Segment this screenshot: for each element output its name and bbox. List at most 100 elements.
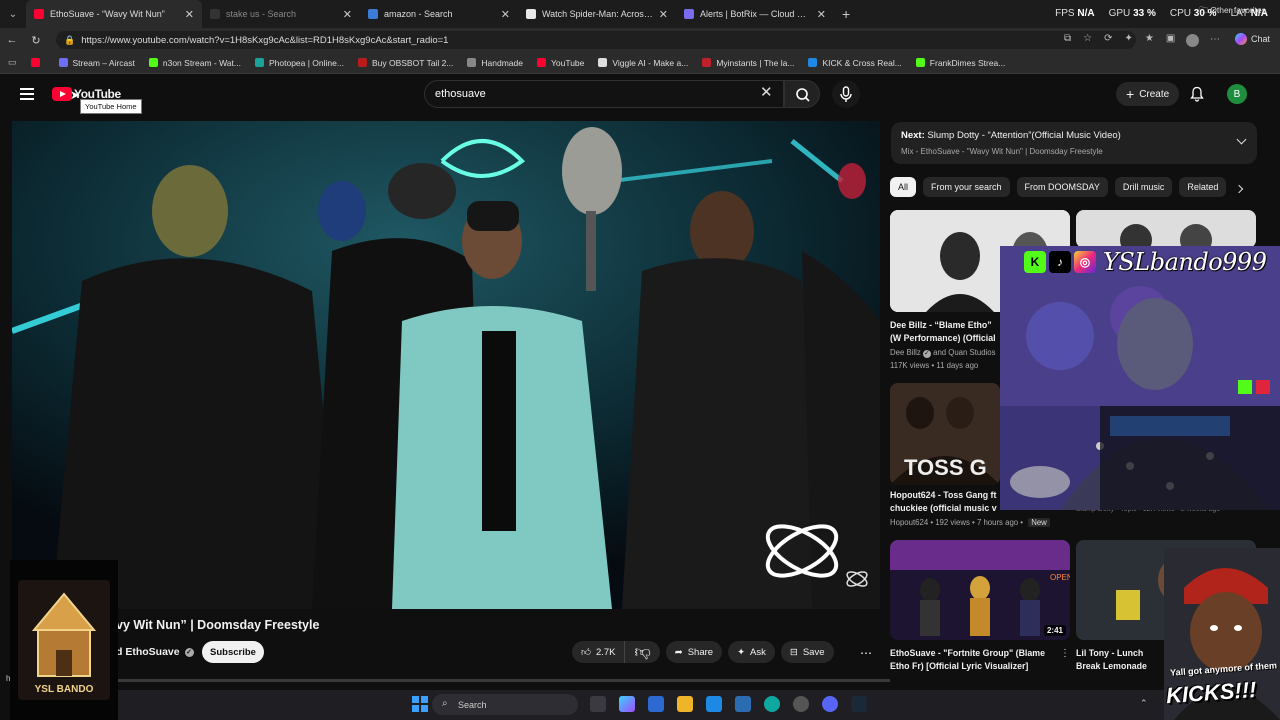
filter-chip[interactable]: From DOOMSDAY <box>1016 177 1108 197</box>
dislike-button[interactable]: 👎︎ <box>625 641 659 663</box>
search-button[interactable] <box>784 80 820 108</box>
extensions-icon[interactable]: ✦ <box>1125 33 1133 44</box>
browser-tab[interactable]: EthoSuave - “Wavy Wit Nun” ✕ <box>26 0 202 28</box>
back-icon[interactable]: ← <box>0 34 24 46</box>
webcam-feed <box>1000 246 1280 510</box>
extensions-refresh-icon[interactable]: ⟳ <box>1104 33 1112 44</box>
favorites-icon[interactable]: ★ <box>1145 33 1154 44</box>
copilot-taskbar-icon[interactable] <box>619 696 635 712</box>
url-field[interactable]: 🔒 https://www.youtube.com/watch?v=1H8sKx… <box>56 31 1136 49</box>
bookmark-item[interactable]: Photopea | Online... <box>254 58 344 68</box>
browser-tab[interactable]: Alerts | BotRix — Cloud Streaming ✕ <box>676 0 834 28</box>
create-button[interactable]: + Create <box>1116 82 1180 106</box>
browser-tab[interactable]: amazon - Search ✕ <box>360 0 518 28</box>
bookmark-label: Handmade <box>481 57 523 68</box>
bookmark-favicon-icon <box>808 58 818 67</box>
bookmark-item[interactable]: Handmade <box>467 58 523 68</box>
sidebar-toggle-icon[interactable]: ▭ <box>8 57 17 68</box>
open-in-app-icon[interactable]: ⧉ <box>1064 33 1071 44</box>
more-menu-icon[interactable]: ⋯ <box>1210 34 1220 45</box>
save-button[interactable]: ⊟ Save <box>780 641 834 663</box>
account-avatar[interactable]: B <box>1227 84 1247 104</box>
bookmark-item[interactable]: n3on Stream - Wat... <box>148 57 241 68</box>
photos-icon[interactable] <box>706 696 722 712</box>
tab-actions-menu[interactable]: ⌄ <box>0 0 26 28</box>
search-input[interactable]: ethosuave <box>424 80 784 108</box>
streamer-handle-banner: K ♪ ◎ YSLbando999 <box>1024 248 1267 276</box>
video-card-title-3[interactable]: EthoSuave - "Fortnite Group" (Blame Etho… <box>890 647 1058 673</box>
url-text: https://www.youtube.com/watch?v=1H8sKxg9… <box>81 34 449 46</box>
ask-button[interactable]: ✦ Ask <box>728 641 775 663</box>
card-menu-icon[interactable]: ⋮ <box>1060 648 1070 659</box>
settings-gear-icon[interactable] <box>793 696 809 712</box>
menu-icon[interactable] <box>20 88 34 100</box>
video-player[interactable] <box>12 121 880 609</box>
favorite-star-icon[interactable]: ☆ <box>1083 33 1092 44</box>
filter-chip[interactable]: Related <box>1179 177 1227 197</box>
video-thumbnail-right-1[interactable] <box>1076 210 1256 248</box>
edge-icon[interactable] <box>764 696 780 712</box>
close-tab-icon[interactable]: ✕ <box>659 8 668 21</box>
video-card-meta-2: Hopout624 • 192 views • 7 hours ago • Ne… <box>890 516 1050 529</box>
collections-icon[interactable]: ▣ <box>1166 33 1175 44</box>
bookmark-favicon-icon <box>30 58 40 67</box>
filter-chip[interactable]: Drill music <box>1114 177 1173 197</box>
like-button[interactable]: 👍︎ 2.7K <box>572 641 626 663</box>
mix-subtitle: Mix - EthoSuave - "Wavy Wit Nun" | Dooms… <box>901 147 1103 156</box>
browser-tab[interactable]: Watch Spider-Man: Across The Sp ✕ <box>518 0 676 28</box>
subscribe-button[interactable]: Subscribe <box>202 641 264 663</box>
share-button[interactable]: ➦ Share <box>665 641 723 663</box>
youtube-play-icon <box>52 87 72 101</box>
voice-search-button[interactable] <box>832 80 860 108</box>
bookmark-item[interactable]: Myinstants | The la... <box>702 58 794 68</box>
bookmark-favicon-icon <box>254 58 264 67</box>
svg-text:OPEN: OPEN <box>1050 573 1070 582</box>
filter-chips: All From your search From DOOMSDAY Drill mu… <box>890 177 1250 197</box>
bookmark-item[interactable] <box>30 58 45 68</box>
profile-avatar[interactable] <box>1186 34 1199 47</box>
filter-chip[interactable]: All <box>890 177 917 197</box>
discord-icon[interactable] <box>822 696 838 712</box>
store-icon[interactable] <box>648 696 664 712</box>
system-tray-chevron-icon[interactable]: ⌃ <box>1140 698 1148 709</box>
windows-start-icon[interactable] <box>412 696 428 712</box>
copilot-chat-button[interactable]: Chat <box>1234 33 1270 45</box>
clear-search-icon[interactable]: ✕ <box>760 85 773 100</box>
copilot-icon <box>1234 33 1247 45</box>
steam-icon[interactable] <box>851 696 867 712</box>
mail-icon[interactable] <box>735 696 751 712</box>
up-next-panel[interactable]: Next: Slump Dotty - “Attention”(Official… <box>891 122 1257 164</box>
bookmark-item[interactable]: YouTube <box>536 58 584 68</box>
notifications-bell-icon[interactable] <box>1190 86 1204 102</box>
video-card-title-4[interactable]: Lil Tony - Lunch Break Lemonade Exclusiv… <box>1076 647 1166 673</box>
close-tab-icon[interactable]: ✕ <box>343 8 352 21</box>
video-thumbnail-2[interactable]: TOSS G <box>890 383 1000 485</box>
close-tab-icon[interactable]: ✕ <box>817 8 826 21</box>
bookmark-item[interactable]: FrankDimes Strea... <box>915 58 1005 68</box>
close-tab-icon[interactable]: ✕ <box>185 8 194 21</box>
video-card-title-2[interactable]: Hopout624 - Toss Gang ft chuckiee (offic… <box>890 489 1002 515</box>
browser-tab[interactable]: stake us - Search ✕ <box>202 0 360 28</box>
new-tab-button[interactable]: + <box>842 6 850 22</box>
bookmark-item[interactable]: KICK & Cross Real... <box>808 58 902 68</box>
bookmark-item[interactable]: Buy OBSBOT Tail 2... <box>357 58 453 68</box>
refresh-icon[interactable]: ↻ <box>24 34 48 47</box>
more-actions-icon[interactable]: ⋯ <box>860 646 873 660</box>
bookmark-label: n3on Stream - Wat... <box>162 57 241 68</box>
close-tab-icon[interactable]: ✕ <box>501 8 510 21</box>
bookmark-item[interactable]: Viggle AI - Make a... <box>598 58 688 68</box>
video-card-channel-1[interactable]: Dee Billz ✓ and Quan Studios <box>890 346 996 359</box>
channel-name[interactable]: d EthoSuave ✓ <box>116 646 194 658</box>
video-card-title-1[interactable]: Dee Billz - “Blame Etho” (W Performance)… <box>890 319 998 345</box>
filter-chip[interactable]: From your search <box>923 177 1010 197</box>
folder-icon: 🗀 <box>1199 5 1208 15</box>
other-favorites[interactable]: 🗀 Other favorites <box>1199 5 1266 19</box>
video-thumbnail-3[interactable]: OPEN 2:41 <box>890 540 1070 640</box>
expand-chevron-icon[interactable] <box>1236 134 1247 145</box>
taskbar-search-input[interactable]: ⌕ Search <box>432 694 578 715</box>
file-explorer-icon[interactable] <box>677 696 693 712</box>
bookmark-item[interactable]: Stream – Aircast <box>58 58 135 68</box>
task-view-icon[interactable] <box>590 696 606 712</box>
bookmark-favicon-icon <box>467 58 477 67</box>
cpu-label: CPU <box>1169 8 1191 19</box>
